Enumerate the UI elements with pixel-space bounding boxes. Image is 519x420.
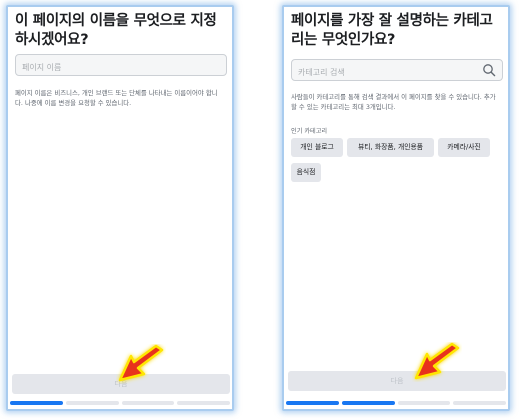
progress-step-1 [10, 401, 63, 405]
next-button[interactable]: 다음 [12, 374, 230, 394]
progress-step-3 [397, 401, 451, 405]
progress-step-4 [177, 401, 230, 405]
page-name-help-text: 페이지 이름은 비즈니스, 개인 브랜드 또는 단체를 나타내는 이름이어야 합… [15, 89, 218, 107]
progress-step-3 [121, 401, 175, 405]
next-button[interactable]: 다음 [288, 371, 506, 391]
progress-step-1 [286, 401, 339, 405]
category-screen: 페이지를 가장 잘 설명하는 카테고리는 무엇인가요? 사람들이 카테고리를 통… [282, 5, 510, 411]
category-chip-camera-photo[interactable]: 카메라/사진 [438, 138, 490, 157]
page-name-field[interactable] [15, 54, 227, 77]
page-title: 페이지를 가장 잘 설명하는 카테고리는 무엇인가요? [291, 13, 493, 48]
progress-step-2 [65, 401, 119, 405]
progress-bar [10, 401, 230, 405]
category-help-text: 사람들이 카테고리를 통해 검색 결과에서 이 페이지를 찾을 수 있습니다. … [291, 93, 496, 111]
category-search-field[interactable] [291, 59, 503, 82]
page-name-screen: 이 페이지의 이름을 무엇으로 지정하시겠어요? 페이지 이름은 비즈니스, 개… [6, 5, 234, 411]
progress-step-4 [453, 401, 506, 405]
page-title: 이 페이지의 이름을 무엇으로 지정하시겠어요? [15, 13, 217, 48]
category-search-input[interactable] [292, 62, 478, 82]
search-icon[interactable] [482, 63, 496, 77]
page-name-input[interactable] [16, 57, 202, 77]
category-chip-personal-blog[interactable]: 개인 블로그 [291, 138, 343, 157]
category-chip-restaurant[interactable]: 음식점 [291, 163, 321, 182]
popular-categories-label: 인기 카테고리 [291, 128, 328, 135]
progress-step-2 [341, 401, 395, 405]
progress-bar [286, 401, 506, 405]
category-chip-beauty[interactable]: 뷰티, 화장품, 개인용품 [347, 138, 434, 157]
